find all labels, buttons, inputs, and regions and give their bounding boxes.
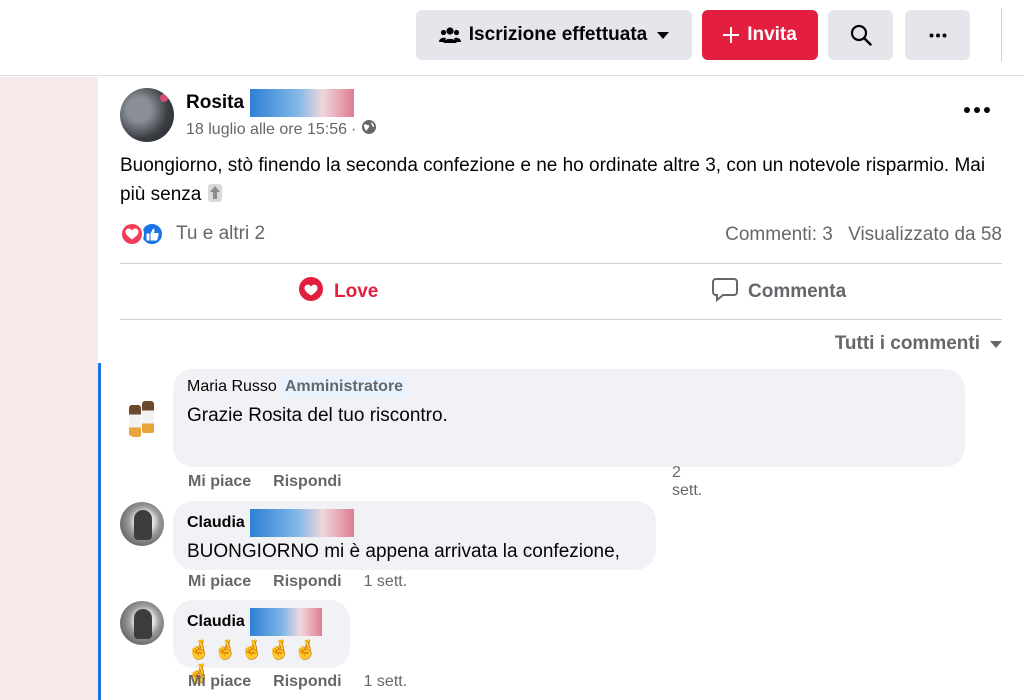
comment-actions: Mi piace Rispondi 1 sett. [188, 573, 407, 591]
more-options-button[interactable] [905, 10, 970, 60]
comment-author-name[interactable]: Claudia [187, 514, 245, 532]
redacted-name-block [249, 509, 354, 537]
comment-timestamp[interactable]: 2 sett. [672, 464, 702, 500]
love-label: Love [334, 281, 379, 302]
comment-text: Grazie Rosita del tuo riscontro. [187, 405, 448, 426]
comments-sort-label: Tutti i commenti [834, 333, 980, 354]
comment-timestamp[interactable]: 1 sett. [364, 673, 408, 691]
dot [984, 107, 990, 113]
comment-label: Commenta [748, 281, 847, 302]
people-group-icon [438, 26, 461, 44]
love-reaction-icon [120, 222, 144, 246]
redacted-name-block [250, 89, 355, 117]
public-globe-icon [361, 119, 377, 140]
invite-label: Invita [747, 24, 797, 45]
comment-actions: Mi piace Rispondi 2 sett. [188, 464, 702, 499]
avatar[interactable] [120, 395, 164, 439]
reply-button[interactable]: Rispondi [273, 473, 341, 491]
comment-bubble-icon [712, 276, 738, 308]
reply-button[interactable]: Rispondi [273, 573, 341, 591]
invite-button[interactable]: Invita [702, 10, 818, 60]
like-comment-button[interactable]: Mi piace [188, 473, 251, 491]
caret-down-icon [990, 340, 1002, 348]
comments-sort-dropdown[interactable]: Tutti i commenti [835, 333, 1002, 355]
search-button[interactable] [828, 10, 893, 60]
comment-bubble: Maria Russo Amministratore Grazie Rosita… [173, 369, 965, 467]
post-meta: 18 luglio alle ore 15:56 · [186, 119, 377, 140]
comments-count[interactable]: Commenti: 3 [725, 224, 833, 245]
views-count: Visualizzato da 58 [848, 224, 1002, 245]
love-icon [298, 276, 324, 308]
like-comment-button[interactable]: Mi piace [188, 573, 251, 591]
comment-author-name[interactable]: Claudia [187, 613, 245, 631]
search-icon [850, 24, 872, 46]
redacted-name-block [249, 608, 322, 636]
divider [1001, 8, 1002, 62]
reactions-summary[interactable]: Tu e altri 2 [120, 222, 265, 246]
product-bottle-image [142, 401, 154, 433]
thread-indicator-line [98, 363, 101, 700]
joined-button[interactable]: Iscrizione effettuata [416, 10, 692, 60]
post-text: Buongiorno, stò finendo la seconda confe… [120, 151, 1000, 209]
comment-actions: Mi piace Rispondi 1 sett. [188, 673, 407, 691]
post-author[interactable]: Rosita [186, 89, 355, 117]
plus-icon [723, 27, 740, 43]
comment-author: Maria Russo Amministratore [187, 377, 951, 397]
post-timestamp[interactable]: 18 luglio alle ore 15:56 [186, 121, 347, 139]
meta-separator: · [351, 120, 357, 138]
group-header-bar: Iscrizione effettuata Invita [0, 0, 1024, 76]
reply-button[interactable]: Rispondi [273, 673, 341, 691]
avatar[interactable] [120, 502, 164, 546]
comment-author: Claudia [187, 509, 642, 537]
reactions-count-text: Tu e altri 2 [176, 223, 266, 244]
dot [964, 107, 970, 113]
comment-bubble: Claudia 🤞🤞🤞🤞🤞🤞 [173, 600, 350, 685]
more-horizontal-icon [929, 33, 947, 38]
divider [120, 319, 1002, 320]
left-background-panel [0, 77, 98, 700]
comment-timestamp[interactable]: 1 sett. [364, 573, 408, 591]
post-body: Buongiorno, stò finendo la seconda confe… [120, 155, 986, 205]
avatar[interactable] [120, 88, 174, 142]
joined-label: Iscrizione effettuata [468, 24, 648, 45]
upward-arrow-emoji-icon [207, 184, 223, 205]
avatar[interactable] [120, 601, 164, 645]
caret-down-icon [657, 31, 670, 39]
admin-badge: Amministratore [280, 377, 408, 397]
comment-button[interactable]: Commenta [712, 275, 846, 309]
comment-bubble: Claudia BUONGIORNO mi è appena arrivata … [173, 501, 656, 570]
love-button[interactable]: Love [298, 275, 378, 309]
comment-author-name[interactable]: Maria Russo [187, 378, 277, 396]
comment-author: Claudia [187, 608, 336, 636]
post-author-name[interactable]: Rosita [186, 92, 244, 114]
dot [974, 107, 980, 113]
post-card: Rosita 18 luglio alle ore 15:56 · Buongi… [98, 77, 1024, 700]
post-options-button[interactable] [962, 99, 992, 121]
divider [120, 263, 1002, 264]
post-stats: Commenti: 3 Visualizzato da 58 [725, 224, 1002, 246]
product-bottle-image [129, 405, 141, 437]
like-comment-button[interactable]: Mi piace [188, 673, 251, 691]
comment-text: BUONGIORNO mi è appena arrivata la confe… [187, 541, 620, 562]
